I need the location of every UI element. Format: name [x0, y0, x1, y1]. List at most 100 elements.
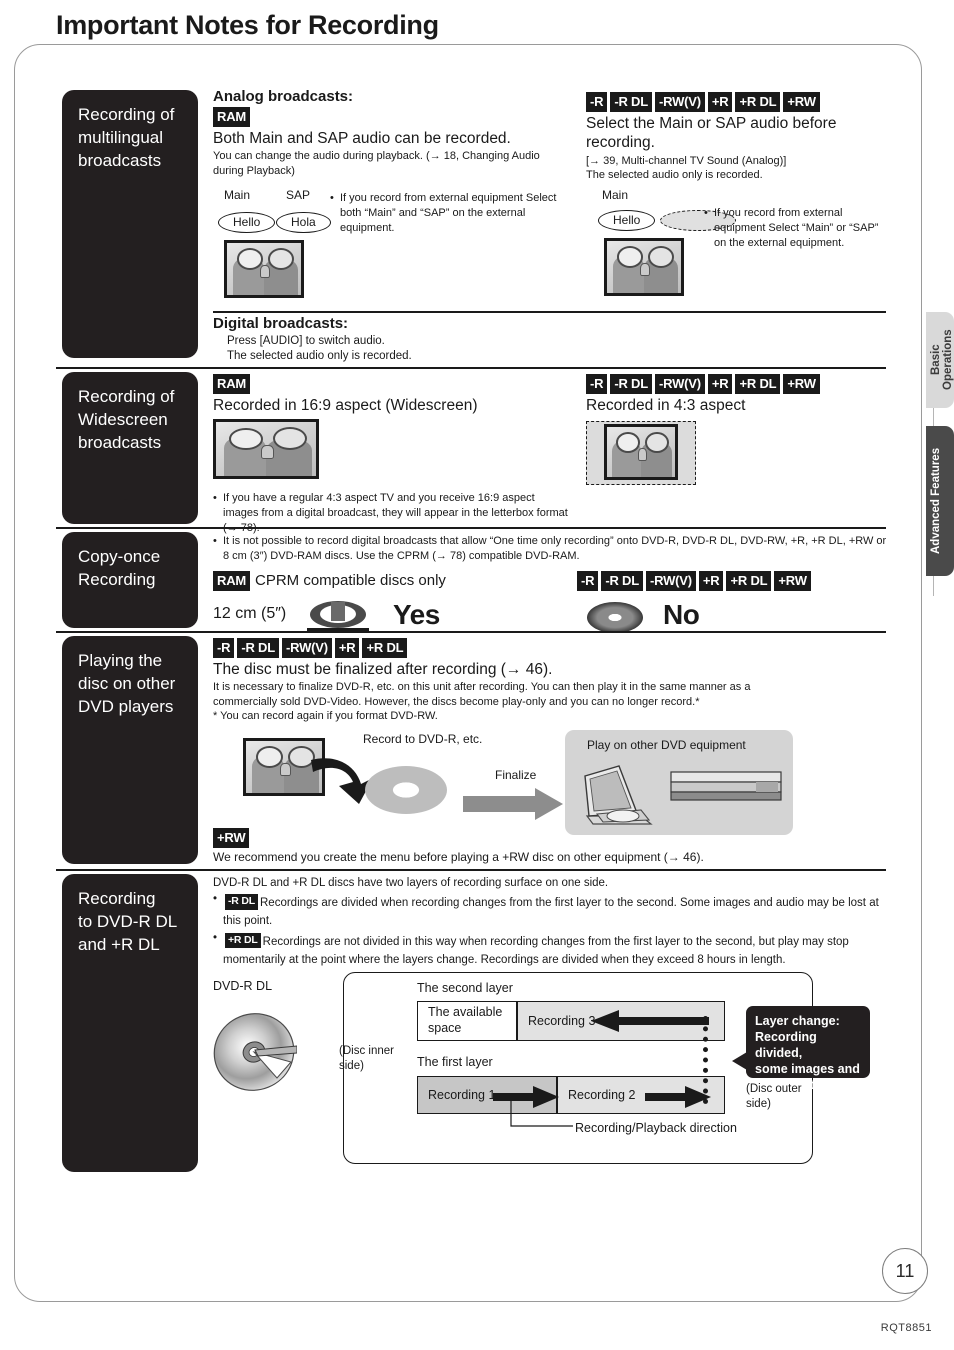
widescreen-tag-ram: RAM	[213, 374, 573, 394]
divider-section-1-bottom	[56, 367, 886, 369]
tag-ram-copy-once: RAM	[213, 570, 251, 591]
digital-line-2: The selected audio only is recorded.	[227, 350, 412, 363]
widescreen-left-headline: Recorded in 16:9 aspect (Widescreen)	[213, 397, 478, 414]
layer-change-dotted-line	[703, 1016, 708, 1104]
tag-+r-dl-co: +R DL	[726, 570, 772, 591]
play-equipment-box: Play on other DVD equipment	[565, 730, 793, 835]
dl-disc-label: DVD-R DL	[213, 979, 273, 993]
tag-+r-dl-bullet: +R DL	[225, 932, 261, 949]
other-players-body-line-2: commercially sold DVD-Video. However, th…	[213, 695, 700, 708]
layer-change-callout: Layer change: Recording divided, some im…	[732, 1006, 870, 1092]
finalize-flow-diagram: Record to DVD-R, etc. Finalize Play on o…	[213, 730, 888, 840]
tag-+rw-co: +RW	[774, 570, 811, 591]
widescreen-right-headline: Recorded in 4:3 aspect	[586, 397, 746, 414]
tag--rw-v-ws: -RW(V)	[655, 374, 705, 394]
tag-+rw-note: +RW	[213, 828, 250, 848]
widescreen-tags-right: -R -R DL -RW(V) +R +R DL +RW	[586, 374, 886, 394]
analog-broadcasts-heading: Analog broadcasts:	[213, 88, 354, 105]
record-to-dvd-label: Record to DVD-R, etc.	[363, 732, 483, 746]
divider-above-digital	[213, 311, 886, 313]
digital-line-1: Press [AUDIO] to switch audio.	[227, 335, 385, 347]
section-other-players-body: -R -R DL -RW(V) +R +R DL The disc must be fi…	[213, 638, 888, 724]
section-copy-once-body: It is not possible to record digital bro…	[213, 534, 888, 639]
document-code: RQT8851	[880, 1322, 932, 1334]
first-layer-label: The first layer	[417, 1055, 493, 1069]
multilingual-left-headline: Both Main and SAP audio can be recorded.	[213, 130, 511, 147]
copy-once-size-label: 12 cm (5″)	[213, 604, 287, 622]
available-space-bar: The available space	[417, 1001, 517, 1041]
recording-playback-direction-label: Recording/Playback direction	[575, 1121, 737, 1135]
bubble-hello-right: Hello	[598, 210, 656, 232]
copy-once-yes-label: Yes	[393, 598, 440, 630]
side-tab-basic-operations[interactable]: Basic Operations	[926, 312, 954, 408]
tag--rw-v: -RW(V)	[655, 92, 705, 112]
divider-section-4-bottom	[56, 869, 886, 871]
page-title: Important Notes for Recording	[56, 10, 439, 40]
section-heading-widescreen: Recording of Widescreen broadcasts	[62, 372, 198, 524]
dl-bullet-text-2: Recordings are not divided in this way w…	[223, 935, 849, 966]
dvd-r-dl-disc-icon	[213, 1013, 297, 1091]
tag-+r-co: +R	[698, 570, 724, 591]
section-dl-body: DVD-R DL and +R DL discs have two layers…	[213, 876, 888, 968]
bubble-hello: Hello	[218, 212, 276, 234]
dl-intro-text: DVD-R DL and +R DL discs have two layers…	[213, 877, 609, 889]
digital-broadcasts-heading: Digital broadcasts:	[213, 315, 349, 332]
dl-bullet-marker-1: •	[213, 893, 218, 906]
section-widescreen-right: -R -R DL -RW(V) +R +R DL +RW Recorded in 4:3 …	[586, 374, 886, 486]
bubble-hola: Hola	[276, 212, 331, 234]
dvd-deck-icon	[670, 771, 782, 801]
section-heading-copy-once: Copy-once Recording	[62, 532, 198, 628]
multilingual-right-note1: [→ 39, Multi-channel TV Sound (Analog)]	[586, 154, 787, 167]
tag-+rw: +RW	[783, 92, 820, 112]
bubble-label-main-right: Main	[602, 188, 629, 202]
tag-+r-op: +R	[334, 638, 360, 658]
tag--r-co: -R	[577, 570, 599, 591]
dl-layer-diagram: DVD-R DL (Disc inner side) The second la…	[205, 968, 895, 1168]
finalize-label: Finalize	[495, 768, 537, 782]
other-players-headline: The disc must be finalized after recordi…	[213, 661, 553, 678]
tag-+r-ws: +R	[707, 374, 733, 394]
multilingual-right-illustration: Main Hello If you record from external e…	[598, 188, 898, 296]
tag-+rw-ws: +RW	[783, 374, 820, 394]
section-heading-text-copy-once: Copy-once Recording	[78, 547, 161, 589]
divider-section-2-bottom	[56, 527, 886, 529]
photo-43-wrapper	[586, 421, 696, 486]
digital-broadcasts-block: Digital broadcasts: Press [AUDIO] to swi…	[213, 315, 713, 364]
finalize-arrow-icon	[463, 788, 563, 820]
page-number: 11	[882, 1248, 928, 1294]
bubble-label-sap: SAP	[286, 188, 311, 202]
tag--r-dl-ws: -R DL	[610, 374, 652, 394]
dvd-ram-cartridge-icon	[307, 600, 369, 635]
copy-once-bullet: It is not possible to record digital bro…	[213, 534, 895, 564]
portable-dvd-player-icon	[584, 765, 653, 825]
people-photo-analog-right	[604, 238, 684, 296]
multilingual-left-bullet: If you record from external equipment Se…	[330, 191, 580, 236]
tag--rw-v-op: -RW(V)	[282, 638, 332, 658]
side-tab-connector-mid	[932, 408, 934, 426]
section-multilingual-right: -R -R DL -RW(V) +R +R DL +RW Select the Main …	[586, 92, 886, 183]
section-widescreen-left: RAM Recorded in 16:9 aspect (Widescreen)…	[213, 374, 573, 536]
play-on-other-equipment-label: Play on other DVD equipment	[587, 738, 746, 752]
tag-+r-dl: +R DL	[735, 92, 781, 112]
recording1-text: Recording 1	[428, 1088, 496, 1102]
section-heading-text-widescreen: Recording of Widescreen broadcasts	[78, 387, 175, 452]
multilingual-right-note2: The selected audio only is recorded.	[586, 169, 763, 182]
tag-+r-dl-op: +R DL	[362, 638, 408, 658]
tag-ram-widescreen: RAM	[213, 374, 251, 394]
plain-disc-icon	[587, 601, 643, 633]
people-photo-analog-left	[224, 240, 304, 298]
copy-once-right-tags: -R -R DL -RW(V) +R +R DL +RW	[577, 570, 814, 591]
multilingual-left-note: You can change the audio during playback…	[213, 150, 540, 177]
tag--r: -R	[586, 92, 608, 112]
section-multilingual-left: Analog broadcasts: RAM Both Main and SAP…	[213, 88, 578, 178]
second-layer-direction-arrow-icon	[591, 1010, 709, 1032]
tag--r-op: -R	[213, 638, 235, 658]
side-tab-advanced-features[interactable]: Advanced Features	[926, 426, 954, 576]
people-photo-widescreen-169	[213, 419, 319, 480]
widescreen-left-bullet: If you have a regular 4:3 aspect TV and …	[213, 491, 568, 536]
section-heading-text: Recording of multilingual broadcasts	[78, 105, 175, 170]
section-heading-multilingual: Recording of multilingual broadcasts	[62, 90, 198, 358]
dvd-disc-icon	[365, 766, 447, 814]
rw-note-block: +RW We recommend you create the menu bef…	[213, 828, 888, 866]
available-space-text: The available space	[428, 1005, 503, 1035]
